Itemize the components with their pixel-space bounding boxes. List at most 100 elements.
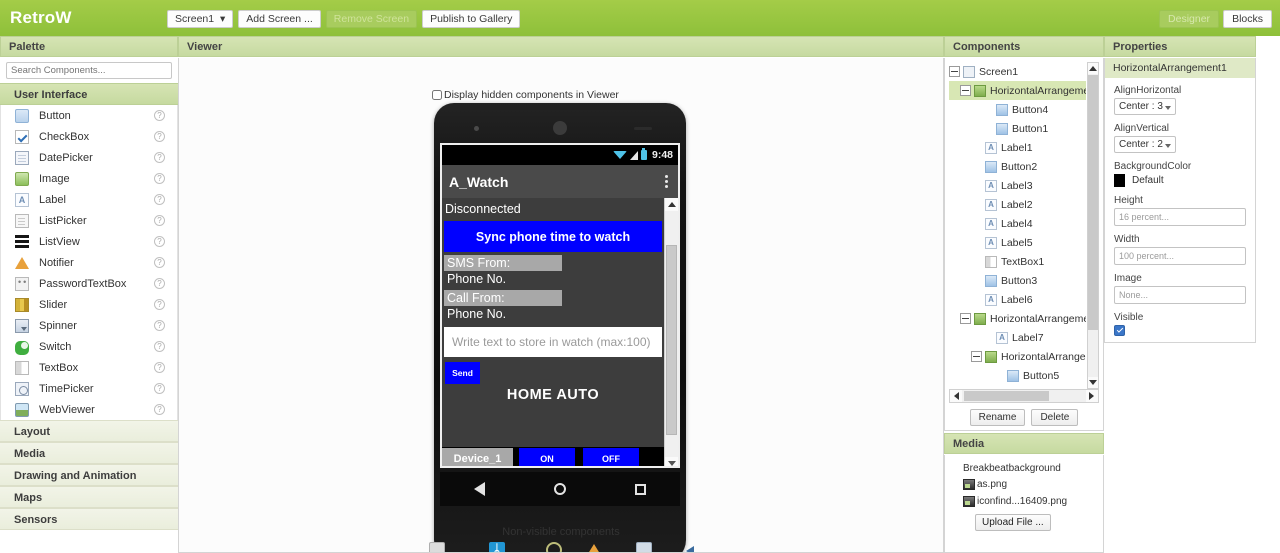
tree-node-horizontalarrangeme[interactable]: HorizontalArrangeme xyxy=(949,309,1086,328)
tree-node-horizontalarrange[interactable]: HorizontalArrange xyxy=(949,347,1086,366)
tree-node-label1[interactable]: A Label1 xyxy=(949,138,1086,157)
help-icon[interactable]: ? xyxy=(154,152,165,163)
scrollbar-thumb[interactable] xyxy=(666,245,677,435)
help-icon[interactable]: ? xyxy=(154,341,165,352)
overflow-menu-icon[interactable] xyxy=(665,175,671,188)
display-hidden-components-checkbox[interactable] xyxy=(432,90,442,100)
delete-button[interactable]: Delete xyxy=(1031,409,1079,426)
tree-hscroll-thumb[interactable] xyxy=(964,391,1049,401)
tree-toggle-icon[interactable] xyxy=(971,351,982,362)
non-visible-component-sound1[interactable]: Sound1 xyxy=(676,542,709,552)
display-hidden-components-row[interactable]: Display hidden components in Viewer xyxy=(432,89,619,101)
palette-item-listview[interactable]: ListView? xyxy=(1,231,177,252)
palette-section-user-interface[interactable]: User Interface xyxy=(0,83,178,105)
palette-item-listpicker[interactable]: ListPicker? xyxy=(1,210,177,231)
rename-button[interactable]: Rename xyxy=(969,409,1026,426)
palette-item-spinner[interactable]: Spinner? xyxy=(1,315,177,336)
help-icon[interactable]: ? xyxy=(154,404,165,415)
palette-item-webviewer[interactable]: WebViewer? xyxy=(1,399,177,420)
tree-node-button3[interactable]: Button3 xyxy=(949,271,1086,290)
media-item-background[interactable]: Breakbeatbackground xyxy=(963,463,1103,474)
palette-item-datepicker[interactable]: DatePicker? xyxy=(1,147,177,168)
palette-section-drawing-and-animation[interactable]: Drawing and Animation xyxy=(0,464,178,486)
help-icon[interactable]: ? xyxy=(154,131,165,142)
tree-node-label3[interactable]: A Label3 xyxy=(949,176,1086,195)
width-input[interactable]: 100 percent... xyxy=(1114,247,1246,265)
back-icon[interactable] xyxy=(474,482,486,496)
palette-item-textbox[interactable]: TextBox? xyxy=(1,357,177,378)
palette-item-button[interactable]: Button? xyxy=(1,105,177,126)
help-icon[interactable]: ? xyxy=(154,194,165,205)
tree-node-button5[interactable]: Button5 xyxy=(949,366,1086,385)
upload-file-button[interactable]: Upload File ... xyxy=(975,514,1051,531)
palette-item-timepicker[interactable]: TimePicker? xyxy=(1,378,177,399)
tree-toggle-icon[interactable] xyxy=(949,66,960,77)
component-tree-hscrollbar[interactable] xyxy=(949,389,1099,403)
tree-node-label5[interactable]: A Label5 xyxy=(949,233,1086,252)
publish-to-gallery-button[interactable]: Publish to Gallery xyxy=(422,10,521,28)
tree-node-button4[interactable]: Button4 xyxy=(949,100,1086,119)
tree-node-button2[interactable]: Button2 xyxy=(949,157,1086,176)
tree-scroll-right-icon[interactable] xyxy=(1086,390,1098,402)
media-item[interactable]: iconfind...16409.png xyxy=(963,493,1103,510)
help-icon[interactable]: ? xyxy=(154,320,165,331)
tree-node-button1[interactable]: Button1 xyxy=(949,119,1086,138)
help-icon[interactable]: ? xyxy=(154,257,165,268)
scroll-up-icon[interactable] xyxy=(665,198,678,211)
visible-checkbox[interactable] xyxy=(1114,325,1125,336)
palette-section-sensors[interactable]: Sensors xyxy=(0,508,178,530)
media-item[interactable]: as.png xyxy=(963,476,1103,493)
remove-screen-button[interactable]: Remove Screen xyxy=(325,10,418,28)
tree-node-label4[interactable]: A Label4 xyxy=(949,214,1086,233)
component-tree-vscrollbar[interactable] xyxy=(1087,62,1099,389)
add-screen-button[interactable]: Add Screen ... xyxy=(238,10,321,28)
palette-item-label[interactable]: A Label? xyxy=(1,189,177,210)
help-icon[interactable]: ? xyxy=(154,173,165,184)
tree-toggle-icon[interactable] xyxy=(960,85,971,96)
tree-node-label6[interactable]: A Label6 xyxy=(949,290,1086,309)
tree-node-textbox1[interactable]: TextBox1 xyxy=(949,252,1086,271)
blocks-toggle-button[interactable]: Blocks xyxy=(1223,10,1272,28)
palette-section-maps[interactable]: Maps xyxy=(0,486,178,508)
send-button[interactable]: Send xyxy=(445,362,480,384)
tree-toggle-icon[interactable] xyxy=(960,313,971,324)
tree-scroll-left-icon[interactable] xyxy=(950,390,962,402)
palette-item-switch[interactable]: Switch? xyxy=(1,336,177,357)
help-icon[interactable]: ? xyxy=(154,362,165,373)
non-visible-component-phonecall1[interactable]: PhoneCall1 xyxy=(619,542,668,552)
scroll-down-icon[interactable] xyxy=(665,457,678,466)
search-components-input[interactable] xyxy=(6,62,172,79)
help-icon[interactable]: ? xyxy=(154,299,165,310)
home-icon[interactable] xyxy=(553,483,566,495)
phone-screen-scrollbar[interactable] xyxy=(664,198,678,466)
device-off-button[interactable]: OFF xyxy=(583,447,639,466)
non-visible-component-texting1[interactable]: Texting1 xyxy=(419,542,454,552)
palette-item-checkbox[interactable]: CheckBox? xyxy=(1,126,177,147)
help-icon[interactable]: ? xyxy=(154,215,165,226)
non-visible-component-notifier1[interactable]: Notifier1 xyxy=(576,542,611,552)
help-icon[interactable]: ? xyxy=(154,278,165,289)
designer-toggle-button[interactable]: Designer xyxy=(1159,10,1220,28)
height-input[interactable]: 16 percent... xyxy=(1114,208,1246,226)
help-icon[interactable]: ? xyxy=(154,236,165,247)
background-color-picker[interactable]: Default xyxy=(1114,174,1246,187)
tree-scroll-up-icon[interactable] xyxy=(1088,63,1098,74)
help-icon[interactable]: ? xyxy=(154,383,165,394)
help-icon[interactable]: ? xyxy=(154,110,165,121)
tree-node-label7[interactable]: A Label7 xyxy=(949,328,1086,347)
palette-section-media[interactable]: Media xyxy=(0,442,178,464)
screen-selector-button[interactable]: Screen1 ▾ xyxy=(167,10,234,28)
non-visible-component-bluetoothclient1[interactable]: ᛦBluetoothClient1 xyxy=(462,542,532,552)
image-input[interactable]: None... xyxy=(1114,286,1246,304)
sync-phone-time-button[interactable]: Sync phone time to watch xyxy=(444,221,662,252)
watch-text-input[interactable]: Write text to store in watch (max:100) xyxy=(444,327,662,357)
tree-node-label2[interactable]: A Label2 xyxy=(949,195,1086,214)
tree-node-screen1[interactable]: Screen1 xyxy=(949,62,1086,81)
palette-item-passwordtextbox[interactable]: PasswordTextBox? xyxy=(1,273,177,294)
recents-icon[interactable] xyxy=(634,483,646,495)
tree-node-horizontalarrangeme[interactable]: HorizontalArrangeme xyxy=(949,81,1086,100)
palette-item-notifier[interactable]: Notifier? xyxy=(1,252,177,273)
palette-item-image[interactable]: Image? xyxy=(1,168,177,189)
tree-scroll-down-icon[interactable] xyxy=(1088,377,1098,388)
palette-item-slider[interactable]: Slider? xyxy=(1,294,177,315)
